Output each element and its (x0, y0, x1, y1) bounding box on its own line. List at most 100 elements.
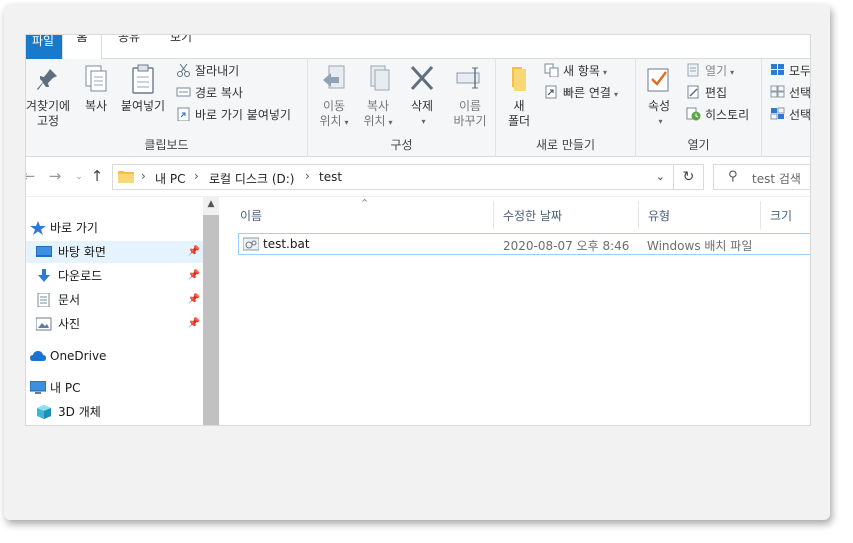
nav-quick-access[interactable]: 바로 가기 (26, 217, 204, 239)
open-group-label: 열기 (687, 138, 710, 152)
paste-label: 붙여넣기 (120, 99, 166, 113)
rename-button[interactable]: 이름 바꾸기 (448, 63, 492, 129)
nav-item-documents[interactable]: 문서 📌 (26, 289, 204, 311)
copy-icon (85, 65, 107, 92)
clipboard-icon (132, 64, 154, 94)
pin-quick-access-button[interactable]: 겨찾기에 고정 (25, 63, 74, 129)
invert-selection-icon (770, 107, 785, 120)
new-group-label: 새로 만들기 (535, 138, 595, 152)
file-row[interactable]: test.bat 2020-08-07 오후 8:46 Windows 배치 파… (238, 233, 810, 255)
select-group: 모두 선택 선택 (762, 59, 810, 157)
delete-button[interactable]: 삭제 ▾ (404, 63, 440, 129)
copy-to-icon (370, 65, 390, 91)
select-all-icon (771, 64, 784, 75)
breadcrumb-this-pc[interactable]: 내 PC (155, 170, 185, 187)
copy-to-label-2: 위치 ▾ (363, 114, 393, 128)
copy-path-button[interactable]: 경로 복사 (176, 83, 243, 103)
pin-icon[interactable]: 📌 (188, 265, 200, 287)
new-folder-button[interactable]: 새 폴더 (504, 63, 534, 129)
properties-button[interactable]: 속성 ▾ (644, 63, 674, 129)
address-dropdown-icon[interactable]: ⌄ (656, 170, 665, 183)
column-divider[interactable] (638, 201, 639, 229)
navigation-bar: ← → ⌄ ↑ › 내 PC › 로컬 디스크 (D:) › test ⌄ ↻ … (26, 157, 810, 197)
delete-label: 삭제 (410, 99, 434, 113)
address-bar[interactable]: › 내 PC › 로컬 디스크 (D:) › test ⌄ (112, 164, 674, 190)
cut-button[interactable]: 잘라내기 (176, 61, 239, 81)
invert-selection-button[interactable]: 선택 (770, 105, 810, 125)
nav-pane-scrollbar[interactable]: ▲ (203, 197, 219, 425)
copy-to-button[interactable]: 복사 위치 ▾ (360, 63, 396, 130)
open-icon (687, 63, 699, 77)
new-folder-icon (512, 67, 526, 91)
column-divider[interactable] (493, 201, 494, 229)
ribbon: 겨찾기에 고정 복사 붙여넣기 잘라내기 경로 복사 바로 가기 붙여넣기 클립… (26, 59, 810, 157)
open-group: 속성 ▾ 열기 ▾ 편집 히스토리 열기 (636, 59, 762, 157)
paste-shortcut-button[interactable]: 바로 가기 붙여넣기 (176, 105, 291, 125)
forward-arrow-icon[interactable]: → (46, 167, 64, 185)
desktop-icon (36, 246, 52, 257)
paste-button[interactable]: 붙여넣기 (118, 63, 168, 114)
tab-home[interactable]: 홈 (62, 35, 102, 59)
column-header-size[interactable]: 크기 (770, 207, 792, 224)
breadcrumb-separator-icon[interactable]: › (194, 169, 199, 183)
select-none-button[interactable]: 선택 (770, 83, 810, 103)
organize-group: 이동 위치 ▾ 복사 위치 ▾ 삭제 ▾ 이름 바꾸기 구성 (308, 59, 496, 157)
back-arrow-icon[interactable]: ← (26, 167, 38, 185)
new-folder-label-2: 폴더 (507, 114, 531, 128)
pin-icon[interactable]: 📌 (188, 241, 200, 263)
open-button[interactable]: 열기 ▾ (686, 61, 734, 81)
column-divider[interactable] (760, 201, 761, 229)
breadcrumb-local-disk[interactable]: 로컬 디스크 (D:) (209, 170, 294, 187)
scroll-up-arrow-icon[interactable]: ▲ (203, 199, 219, 209)
scrollbar-thumb[interactable] (203, 215, 219, 425)
history-button[interactable]: 히스토리 (686, 105, 749, 125)
batch-file-icon (243, 237, 259, 251)
rename-icon (456, 67, 480, 89)
nav-item-desktop[interactable]: 바탕 화면 📌 (26, 241, 204, 263)
organize-group-label: 구성 (390, 138, 413, 152)
search-box[interactable]: ⚲ test 검색 (713, 164, 810, 190)
up-arrow-icon[interactable]: ↑ (88, 167, 106, 185)
easy-access-button[interactable]: 빠른 연결 ▾ (544, 83, 618, 103)
sort-ascending-icon: ⌃ (360, 197, 370, 210)
new-item-button[interactable]: 새 항목 ▾ (544, 61, 607, 81)
column-header-name[interactable]: 이름 (240, 207, 262, 224)
document-icon (37, 293, 50, 307)
breadcrumb-test[interactable]: test (319, 170, 342, 184)
move-to-label-2: 위치 ▾ (319, 114, 349, 128)
pin-icon[interactable]: 📌 (188, 289, 200, 311)
delete-dropdown-icon[interactable]: ▾ (407, 114, 440, 129)
nav-item-pictures[interactable]: 사진 📌 (26, 313, 204, 335)
properties-dropdown-icon[interactable]: ▾ (647, 114, 674, 129)
tab-share[interactable]: 공유 (118, 35, 140, 59)
new-folder-label-1: 새 (513, 99, 525, 113)
download-arrow-icon (38, 269, 50, 282)
edit-button[interactable]: 편집 (686, 83, 727, 103)
pin-icon (37, 69, 57, 90)
nav-onedrive[interactable]: OneDrive (26, 345, 204, 367)
move-to-button[interactable]: 이동 위치 ▾ (316, 63, 352, 130)
copy-button[interactable]: 복사 (78, 63, 114, 114)
select-all-button[interactable]: 모두 (770, 61, 810, 81)
file-name: test.bat (263, 237, 310, 251)
column-header-date[interactable]: 수정한 날짜 (503, 207, 562, 224)
edit-icon (687, 85, 699, 99)
breadcrumb-separator-icon[interactable]: › (141, 169, 146, 183)
breadcrumb-separator-icon[interactable]: › (305, 169, 310, 183)
select-none-icon (770, 85, 785, 98)
recent-locations-chevron-icon[interactable]: ⌄ (70, 172, 88, 182)
copy-to-label-1: 복사 (366, 99, 390, 113)
clipboard-group-label: 클립보드 (144, 138, 189, 152)
nav-3d-objects[interactable]: 3D 개체 (26, 401, 204, 423)
ribbon-tab-strip: 파일 홈 공유 보기 (26, 35, 810, 59)
tab-file[interactable]: 파일 (26, 35, 62, 59)
nav-item-downloads[interactable]: 다운로드 📌 (26, 265, 204, 287)
refresh-icon[interactable]: ↻ (674, 164, 704, 190)
file-date: 2020-08-07 오후 8:46 (503, 239, 630, 253)
column-header-type[interactable]: 유형 (648, 207, 670, 224)
shortcut-icon (177, 107, 190, 121)
pin-icon[interactable]: 📌 (188, 313, 200, 335)
pin-label-1: 겨찾기에 (25, 99, 71, 113)
nav-this-pc[interactable]: 내 PC (26, 377, 204, 399)
tab-view[interactable]: 보기 (170, 35, 192, 59)
